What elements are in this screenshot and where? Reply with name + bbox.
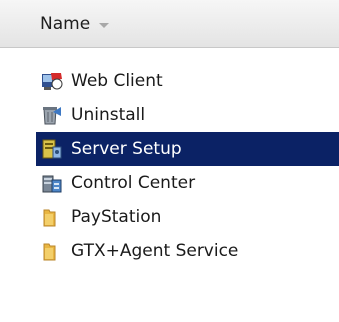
list-item-web-client[interactable]: Web Client xyxy=(36,64,339,98)
file-explorer-view: Name Web Client Uninstall Server Setup C… xyxy=(0,0,339,322)
list-item-label: Web Client xyxy=(71,71,163,91)
list-item-gtx-agent-service[interactable]: GTX+Agent Service xyxy=(36,234,339,268)
folder-icon xyxy=(41,206,63,228)
list-item-control-center[interactable]: Control Center xyxy=(36,166,339,200)
web-client-icon xyxy=(41,70,63,92)
list-item-server-setup[interactable]: Server Setup xyxy=(36,132,339,166)
list-item-label: PayStation xyxy=(71,207,162,227)
uninstall-icon xyxy=(41,104,63,126)
list-item-label: GTX+Agent Service xyxy=(71,241,239,261)
column-header-bar: Name xyxy=(0,0,339,48)
folder-icon xyxy=(41,240,63,262)
name-column-header[interactable]: Name xyxy=(0,0,339,47)
sort-desc-icon xyxy=(99,22,110,28)
list-item-label: Control Center xyxy=(71,173,196,193)
server-setup-icon xyxy=(41,138,63,160)
control-center-icon xyxy=(41,172,63,194)
list-item-paystation[interactable]: PayStation xyxy=(36,200,339,234)
list-item-label: Server Setup xyxy=(71,139,182,159)
name-column-label: Name xyxy=(40,13,91,34)
list-item-uninstall[interactable]: Uninstall xyxy=(36,98,339,132)
list-item-label: Uninstall xyxy=(71,105,146,125)
